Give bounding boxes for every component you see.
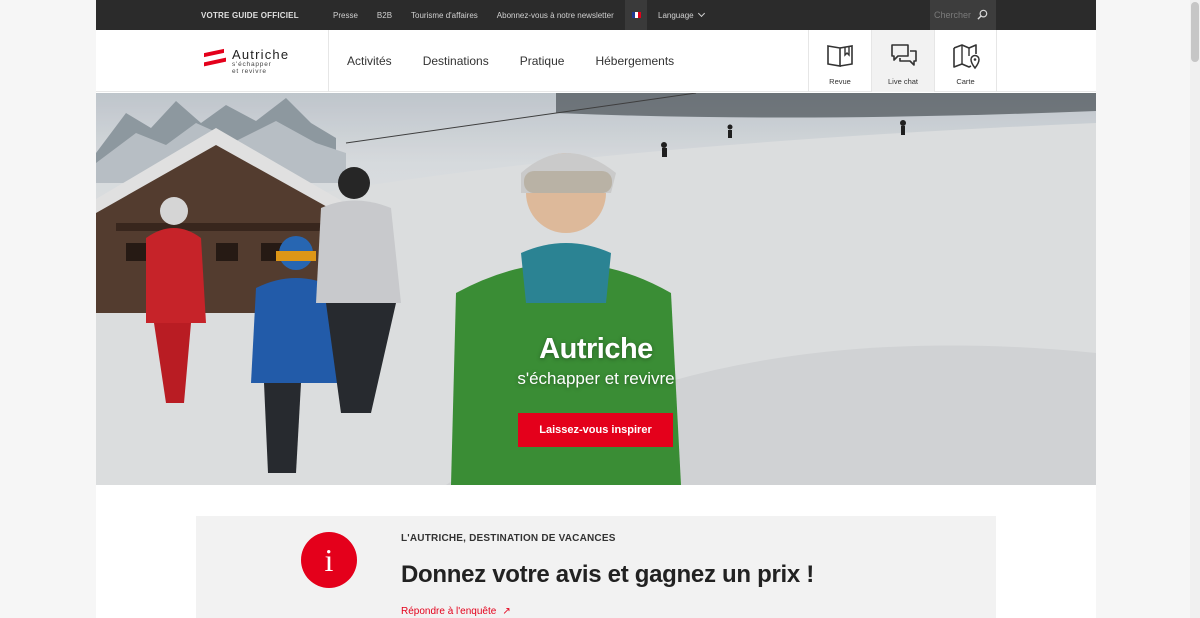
revue-button[interactable]: Revue	[808, 30, 871, 92]
press-link[interactable]: Presse	[333, 11, 358, 20]
logo-subtitle-2: et revivre	[232, 68, 267, 75]
newsletter-link[interactable]: Abonnez-vous à notre newsletter	[497, 11, 614, 20]
search-field[interactable]: Chercher	[930, 0, 996, 30]
nav-destinations[interactable]: Destinations	[423, 54, 489, 68]
survey-teaser: i L'AUTRICHE, DESTINATION DE VACANCES Do…	[196, 516, 996, 618]
page: VOTRE GUIDE OFFICIEL Presse B2B Tourisme…	[96, 0, 1096, 618]
search-input[interactable]: Chercher	[934, 10, 971, 20]
logo-title: Autriche	[232, 47, 290, 62]
nav-hebergements[interactable]: Hébergements	[595, 54, 674, 68]
live-chat-label: Live chat	[887, 77, 919, 86]
external-arrow-icon: ↗	[502, 606, 511, 617]
info-icon: i	[301, 532, 357, 588]
map-pin-icon	[953, 44, 980, 70]
hero-banner: Autriche s'échapper et revivre Laissez-v…	[96, 93, 1096, 485]
language-selector[interactable]: Language	[658, 9, 705, 20]
scrollbar-thumb[interactable]	[1191, 2, 1199, 62]
language-label: Language	[658, 10, 694, 20]
hero-title: Autriche	[539, 333, 653, 365]
business-tourism-link[interactable]: Tourisme d'affaires	[411, 11, 478, 20]
header-divider	[328, 30, 329, 92]
carte-label: Carte	[956, 77, 975, 86]
book-icon	[827, 45, 853, 67]
austria-logo[interactable]: Autriche s'échapper et revivre	[204, 48, 289, 75]
header-tools: Revue Live chat Carte	[808, 30, 997, 92]
search-icon[interactable]	[977, 9, 988, 20]
utility-links: Presse B2B Tourisme d'affaires Abonnez-v…	[333, 0, 633, 30]
official-guide-label: VOTRE GUIDE OFFICIEL	[201, 10, 299, 20]
language-flag-button[interactable]	[625, 0, 647, 30]
b2b-link[interactable]: B2B	[377, 11, 392, 20]
nav-activites[interactable]: Activités	[347, 54, 392, 68]
main-navigation: Activités Destinations Pratique Hébergem…	[347, 30, 705, 92]
survey-title: Donnez votre avis et gagnez un prix !	[401, 561, 814, 588]
survey-link-label: Répondre à l'enquête	[401, 606, 497, 617]
hero-subtitle: s'échapper et revivre	[517, 369, 675, 388]
main-header: Autriche s'échapper et revivre Activités…	[96, 30, 1096, 92]
nav-pratique[interactable]: Pratique	[520, 54, 565, 68]
inspire-cta-button[interactable]: Laissez-vous inspirer	[518, 413, 673, 447]
chevron-down-icon	[697, 9, 705, 18]
live-chat-button[interactable]: Live chat	[871, 30, 934, 92]
top-utility-bar: VOTRE GUIDE OFFICIEL Presse B2B Tourisme…	[96, 0, 1096, 30]
chat-bubbles-icon	[891, 44, 917, 66]
logo-subtitle-1: s'échapper	[232, 61, 272, 68]
carte-button[interactable]: Carte	[934, 30, 997, 92]
survey-link[interactable]: Répondre à l'enquête ↗	[401, 606, 511, 617]
austria-flag-logo-icon	[204, 48, 226, 69]
survey-kicker: L'AUTRICHE, DESTINATION DE VACANCES	[401, 533, 616, 544]
revue-label: Revue	[829, 77, 851, 86]
page-scrollbar[interactable]	[1190, 0, 1200, 618]
french-flag-icon	[631, 12, 641, 18]
